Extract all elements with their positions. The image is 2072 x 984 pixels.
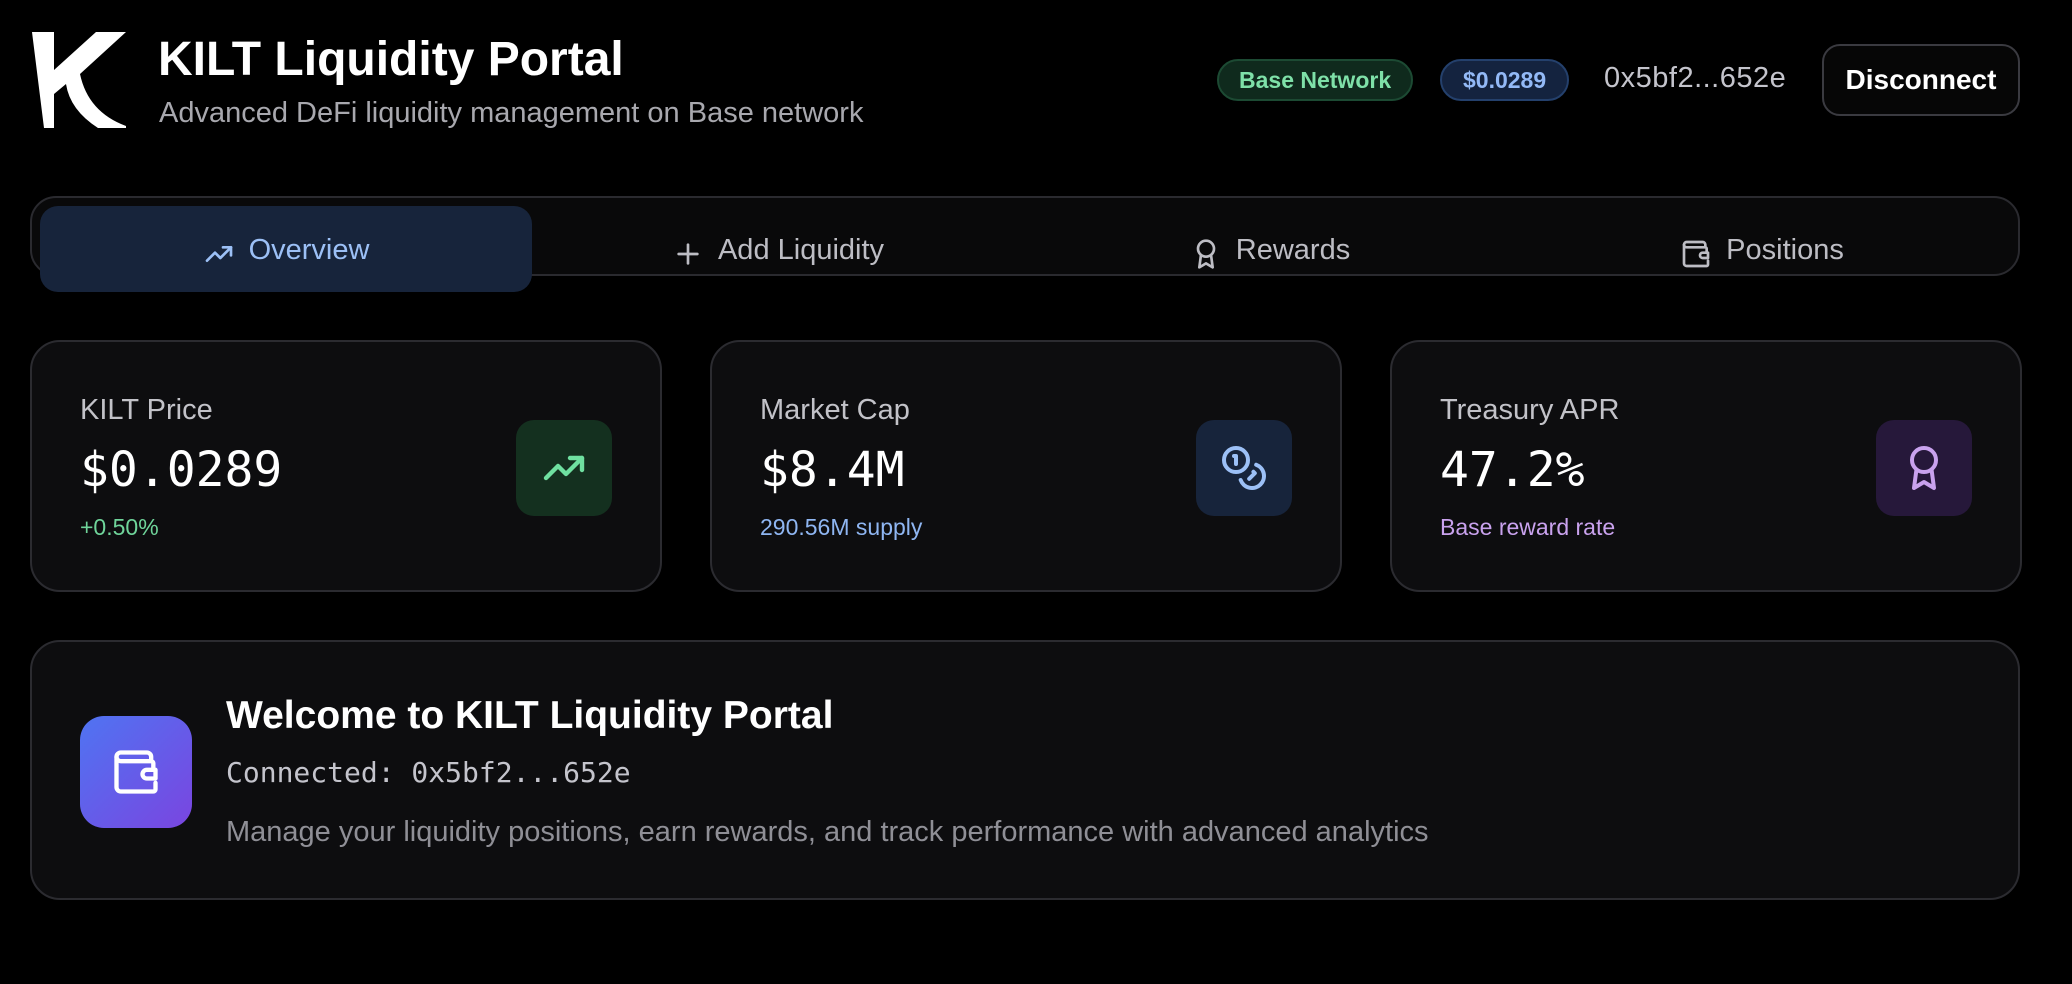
stat-card-treasury-apr: Treasury APR 47.2% Base reward rate (1390, 340, 2022, 592)
stat-label: KILT Price (80, 394, 213, 426)
award-icon (1196, 239, 1216, 269)
app-page: KILT Liquidity Portal Advanced DeFi liqu… (0, 0, 2072, 984)
coins-icon (1222, 446, 1266, 490)
wallet-address: 0x5bf2...652e (1604, 62, 1787, 94)
welcome-panel: Welcome to KILT Liquidity Portal Connect… (30, 640, 2020, 900)
stat-card-kilt-price: KILT Price $0.0289 +0.50% (30, 340, 662, 592)
stat-label: Market Cap (760, 394, 910, 426)
stat-value: $0.0289 (80, 442, 283, 498)
welcome-title: Welcome to KILT Liquidity Portal (226, 694, 834, 737)
header: KILT Liquidity Portal Advanced DeFi liqu… (30, 30, 2020, 136)
wallet-icon (114, 750, 158, 794)
tab-label: Rewards (1235, 234, 1351, 266)
tab-add-liquidity[interactable]: Add Liquidity (532, 206, 1024, 292)
tab-positions[interactable]: Positions (1516, 206, 2008, 292)
stat-value: 47.2% (1440, 442, 1585, 498)
award-icon (1910, 446, 1938, 490)
page-subtitle: Advanced DeFi liquidity management on Ba… (159, 97, 864, 129)
wallet-icon (1682, 240, 1710, 268)
tab-label: Add Liquidity (717, 234, 885, 266)
price-badge: $0.0289 (1440, 59, 1570, 101)
stat-value: $8.4M (760, 442, 905, 498)
tab-rewards[interactable]: Rewards (1024, 206, 1516, 292)
stat-icon-tile (1196, 420, 1292, 516)
tab-bar: Overview Add Liquidity Rewards Positions (30, 196, 2020, 292)
wallet-tile (80, 716, 192, 828)
connected-address: Connected: 0x5bf2...652e (226, 756, 631, 789)
stat-supply: 290.56M supply (760, 514, 923, 540)
trending-up-icon (205, 246, 232, 262)
welcome-description: Manage your liquidity positions, earn re… (226, 816, 1429, 848)
page-title: KILT Liquidity Portal (158, 33, 624, 86)
tab-overview[interactable]: Overview (40, 206, 532, 292)
stat-icon-tile (1876, 420, 1972, 516)
stat-change: +0.50% (80, 514, 159, 540)
stat-card-market-cap: Market Cap $8.4M 290.56M supply (710, 340, 1342, 592)
kilt-logo (30, 30, 128, 130)
plus-icon (677, 243, 699, 265)
stat-label: Treasury APR (1440, 394, 1620, 426)
trending-up-icon (543, 455, 585, 481)
tab-label: Positions (1726, 234, 1844, 266)
disconnect-button[interactable]: Disconnect (1822, 44, 2020, 116)
tab-label: Overview (248, 234, 370, 266)
stat-icon-tile (516, 420, 612, 516)
stat-note: Base reward rate (1440, 514, 1616, 540)
network-badge: Base Network (1217, 59, 1414, 101)
